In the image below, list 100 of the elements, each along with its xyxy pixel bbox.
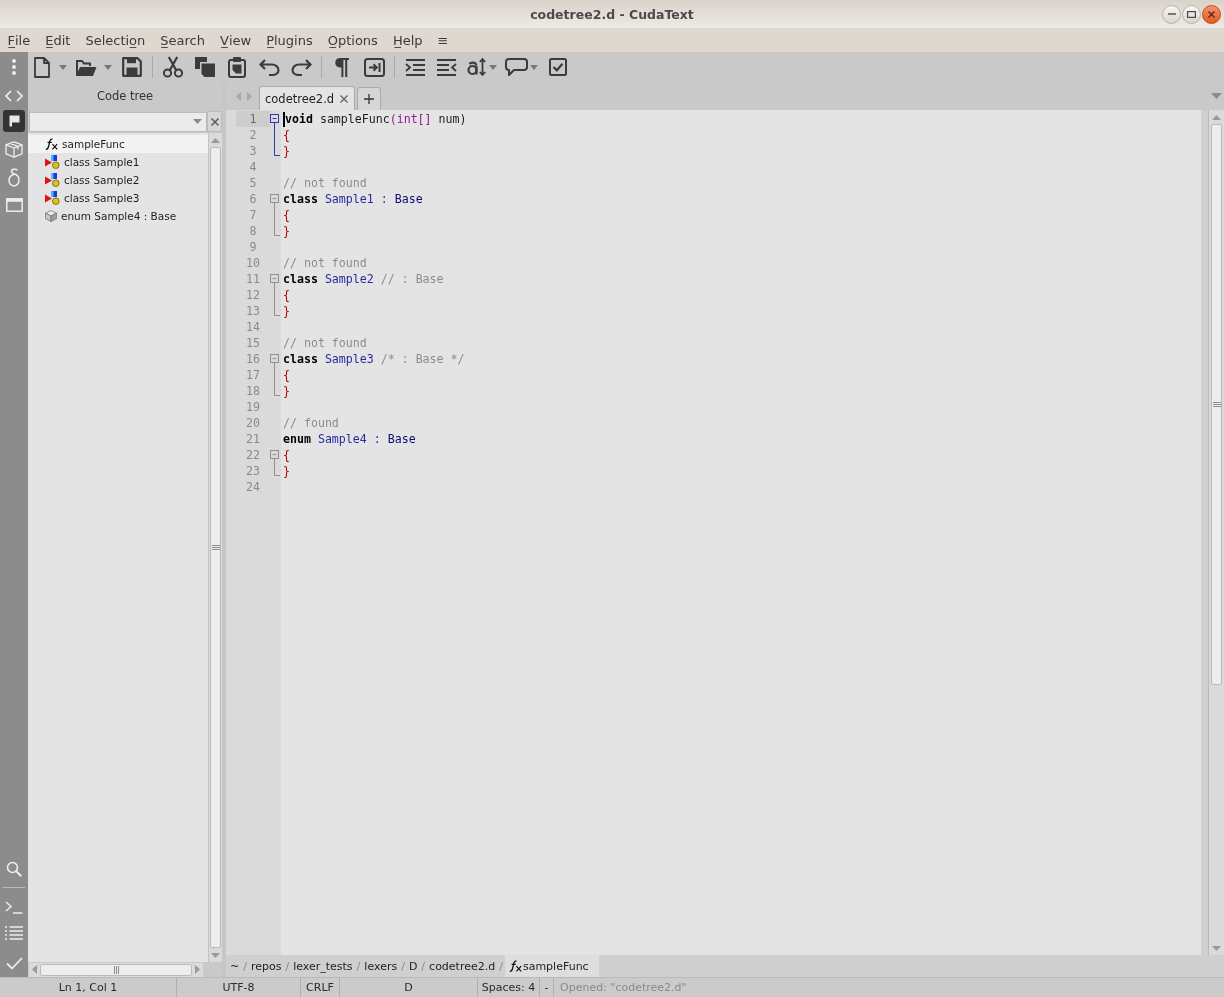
line-number: 6 [248, 191, 258, 207]
code-line: { [283, 127, 290, 143]
filter-field[interactable] [29, 111, 207, 132]
maximize-button[interactable] [1182, 4, 1201, 24]
code-line: // not found [283, 335, 367, 351]
menu-item[interactable]: P̲lugins [258, 28, 321, 52]
line-number: 14 [245, 319, 261, 335]
left-arrow-icon[interactable] [236, 91, 241, 101]
collapse-icon[interactable] [270, 114, 279, 123]
status-field[interactable]: Ln 1, Col 1 [0, 978, 177, 997]
menu-item[interactable]: F̲ile [0, 28, 38, 52]
menu-item[interactable]: E̲dit [37, 28, 78, 52]
breadcrumb-item[interactable]: D [406, 955, 420, 977]
tree-item[interactable]: sampleFunc [28, 135, 208, 153]
path-separator: / [355, 959, 362, 973]
breadcrumb-item[interactable]: repos [248, 955, 284, 977]
breadcrumb-item[interactable]: sampleFunc [504, 955, 599, 977]
grip-icon [1212, 402, 1221, 407]
close-button[interactable] [1202, 4, 1221, 24]
copy-button[interactable] [193, 54, 217, 80]
up-arrow-icon[interactable] [211, 137, 220, 143]
line-number: 8 [248, 223, 258, 239]
line-number: 21 [245, 431, 261, 447]
caret-icon [59, 64, 67, 70]
line-number: 3 [248, 143, 258, 159]
line-number: 22 [245, 447, 261, 463]
curved-left-arrow-icon [258, 58, 280, 76]
speech-bubble-icon [505, 58, 528, 76]
blank-page-icon [34, 56, 50, 78]
line-number: 18 [245, 383, 261, 399]
horizontal-scrollbar[interactable] [29, 962, 203, 977]
editor-tab[interactable]: codetree2.d [259, 86, 356, 110]
path-separator: / [498, 959, 504, 973]
breadcrumb-item[interactable]: ~ [228, 955, 242, 977]
menu-item[interactable]: V̲iew [212, 28, 259, 52]
tree-item[interactable]: class Sample2 [28, 171, 208, 189]
status-field[interactable]: Spaces: 4 [478, 978, 540, 997]
up-arrow-icon[interactable] [1212, 114, 1221, 120]
menu-item[interactable]: ≡ [430, 28, 456, 52]
code-line: } [283, 463, 290, 479]
line-number: 16 [245, 351, 261, 367]
status-field[interactable]: UTF-8 [177, 978, 301, 997]
breadcrumb-item[interactable]: codetree2.d [427, 955, 498, 977]
status-field[interactable]: CRLF [301, 978, 340, 997]
scrollbar-thumb[interactable] [40, 963, 192, 976]
breadcrumb-item[interactable]: lexers [362, 955, 400, 977]
cut-button[interactable] [161, 54, 185, 80]
sidebar-button[interactable] [3, 110, 25, 132]
scrollbar-thumb[interactable] [1211, 124, 1222, 685]
right-arrow-icon[interactable] [247, 91, 252, 101]
code-line: { [283, 287, 290, 303]
down-arrow-icon[interactable] [211, 952, 220, 958]
fx-icon [45, 138, 58, 150]
line-number: 13 [245, 303, 261, 319]
caret-icon [193, 119, 202, 124]
line-number: 5 [248, 175, 258, 191]
code-line: enum Sample4 : Base [283, 431, 416, 447]
text-size-icon [467, 57, 487, 77]
new-tab-button[interactable] [357, 87, 382, 110]
vertical-scrollbar[interactable] [208, 133, 222, 962]
maximize-icon [1187, 10, 1196, 18]
paste-button[interactable] [225, 54, 249, 80]
new-file-button[interactable] [31, 54, 67, 80]
tree-item[interactable]: class Sample3 [28, 189, 208, 207]
curved-right-arrow-icon [290, 58, 312, 76]
down-arrow-icon[interactable] [1212, 945, 1221, 951]
angle-brackets-icon [5, 90, 23, 102]
breadcrumb-item[interactable]: lexer_tests [291, 955, 355, 977]
line-number: 23 [245, 463, 261, 479]
caret-icon [530, 64, 538, 70]
line-number: 1 [236, 111, 270, 127]
indent-lines-icon [405, 58, 425, 76]
menu-item[interactable]: H̲elp [385, 28, 430, 52]
arrow-to-bar-icon [363, 57, 385, 77]
fx-icon [508, 960, 522, 972]
code-line: class Sample3 /* : Base */ [283, 351, 465, 367]
code-line: } [283, 303, 290, 319]
scrollbar-thumb[interactable] [210, 147, 221, 948]
class-icon [45, 191, 60, 205]
caret-icon[interactable] [1211, 93, 1222, 99]
menu-item[interactable]: S̲earch [152, 28, 213, 52]
right-arrow-icon[interactable] [195, 965, 200, 974]
close-icon[interactable] [340, 94, 349, 103]
vertical-scrollbar[interactable] [1208, 110, 1224, 955]
tree-item[interactable]: enum Sample4 : Base [28, 207, 208, 225]
path-separator: / [400, 959, 406, 973]
save-button[interactable] [120, 54, 144, 80]
grip-icon [113, 965, 119, 974]
menu-item[interactable]: O̲ptions [320, 28, 386, 52]
status-field[interactable]: - [540, 978, 554, 997]
panel-title: Code tree [96, 89, 154, 103]
left-arrow-icon[interactable] [32, 965, 37, 974]
minimize-button[interactable] [1162, 4, 1181, 24]
menu-item[interactable]: Selectio̲n [77, 28, 153, 52]
status-field[interactable]: D [340, 978, 478, 997]
tree-item[interactable]: class Sample1 [28, 153, 208, 171]
line-number: 17 [245, 367, 261, 383]
clear-filter-button[interactable] [207, 111, 222, 132]
line-number: 11 [245, 271, 261, 287]
status-message: Opened: "codetree2.d" [559, 981, 687, 994]
